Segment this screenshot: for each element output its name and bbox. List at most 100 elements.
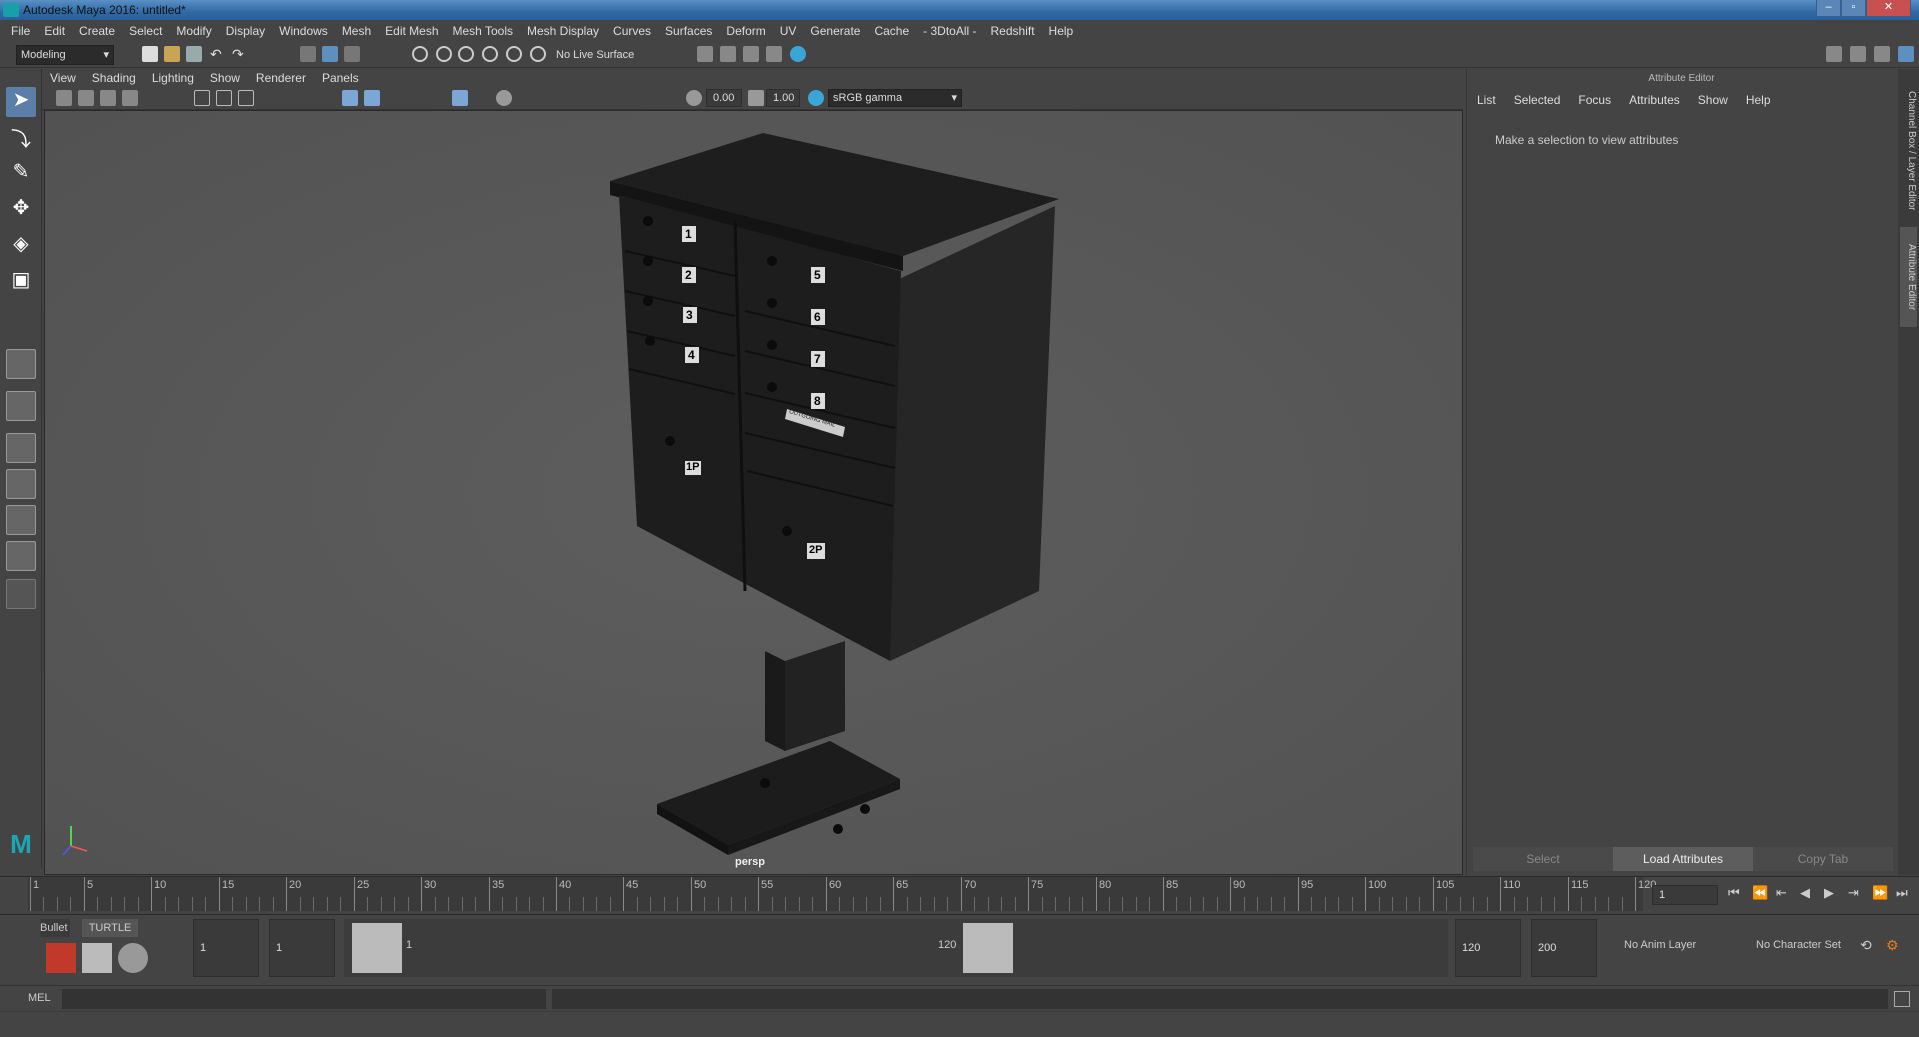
snap-curve-icon[interactable] xyxy=(436,46,452,62)
time-ruler[interactable]: 1 5 10 15 20 25 30 35 40 45 50 55 60 65 70 75 80 85 90 95 10… xyxy=(28,877,1656,911)
shelf-tab-bullet[interactable]: Bullet xyxy=(40,919,70,937)
wireframe-icon[interactable] xyxy=(342,90,358,106)
outliner-layout-icon[interactable] xyxy=(6,505,36,535)
step-forward-frame-icon[interactable]: ⏩ xyxy=(1872,885,1888,901)
new-scene-icon[interactable] xyxy=(142,46,158,62)
camera-select-icon[interactable] xyxy=(56,90,72,106)
minimize-button[interactable]: – xyxy=(1816,0,1841,17)
select-button[interactable]: Select xyxy=(1473,847,1613,871)
image-plane-icon[interactable] xyxy=(122,90,138,106)
attr-menu-focus[interactable]: Focus xyxy=(1578,93,1611,107)
redo-icon[interactable]: ↷ xyxy=(232,46,248,62)
render-frame-icon[interactable] xyxy=(720,46,736,62)
panel-menu-renderer[interactable]: Renderer xyxy=(248,71,314,85)
save-scene-icon[interactable] xyxy=(186,46,202,62)
single-perspective-layout-icon[interactable] xyxy=(6,349,36,379)
attr-menu-selected[interactable]: Selected xyxy=(1514,93,1561,107)
shelf-tool-icon[interactable] xyxy=(46,943,76,973)
menu-generate[interactable]: Generate xyxy=(803,24,867,38)
playback-end-field[interactable]: 120 xyxy=(1455,919,1521,977)
ipr-render-icon[interactable] xyxy=(743,46,759,62)
menu-curves[interactable]: Curves xyxy=(606,24,658,38)
hypershade-icon[interactable] xyxy=(790,46,806,62)
menu-mesh-display[interactable]: Mesh Display xyxy=(520,24,606,38)
command-input[interactable] xyxy=(62,989,546,1009)
anim-layer-label[interactable]: No Anim Layer xyxy=(1624,939,1696,951)
panel-menu-show[interactable]: Show xyxy=(202,71,248,85)
live-surface-field[interactable]: No Live Surface xyxy=(551,45,646,65)
range-end-handle[interactable] xyxy=(963,923,1013,973)
snap-edge-icon[interactable] xyxy=(530,46,546,62)
menu-surfaces[interactable]: Surfaces xyxy=(658,24,719,38)
smooth-shade-icon[interactable] xyxy=(364,90,380,106)
menu-edit-mesh[interactable]: Edit Mesh xyxy=(378,24,445,38)
select-by-hierarchy-icon[interactable] xyxy=(300,46,316,62)
attr-menu-help[interactable]: Help xyxy=(1746,93,1771,107)
grid-icon[interactable] xyxy=(194,90,210,106)
four-view-layout-icon[interactable] xyxy=(6,391,36,421)
lasso-tool-icon[interactable]: ⤵ xyxy=(6,123,36,153)
panel-menu-view[interactable]: View xyxy=(42,71,84,85)
shelf-material-icon[interactable] xyxy=(82,943,112,973)
menu-mesh[interactable]: Mesh xyxy=(335,24,378,38)
panel-menu-panels[interactable]: Panels xyxy=(314,71,367,85)
hypershade-layout-icon[interactable] xyxy=(6,541,36,571)
menu-uv[interactable]: UV xyxy=(773,24,804,38)
snap-view-plane-icon[interactable] xyxy=(482,46,498,62)
layout-options-icon[interactable] xyxy=(6,579,36,609)
shelf-sphere-icon[interactable] xyxy=(118,943,148,973)
menu-display[interactable]: Display xyxy=(219,24,272,38)
attr-menu-attributes[interactable]: Attributes xyxy=(1629,93,1680,107)
channel-box-toggle-icon[interactable] xyxy=(1898,46,1914,62)
maximize-button[interactable]: ▫ xyxy=(1841,0,1866,17)
persp-outliner-layout-icon[interactable] xyxy=(6,433,36,463)
load-attributes-button[interactable]: Load Attributes xyxy=(1613,847,1753,871)
attribute-editor-toggle-icon[interactable] xyxy=(1874,46,1890,62)
gamma-icon[interactable] xyxy=(748,90,764,106)
play-backwards-icon[interactable]: ◀ xyxy=(1800,885,1810,901)
panel-menu-shading[interactable]: Shading xyxy=(84,71,144,85)
attr-menu-list[interactable]: List xyxy=(1477,93,1496,107)
step-back-key-icon[interactable]: ⇤ xyxy=(1776,885,1787,901)
go-to-end-icon[interactable]: ⏭ xyxy=(1896,885,1908,901)
attribute-editor-tab[interactable]: Attribute Editor xyxy=(1900,227,1917,327)
paint-select-tool-icon[interactable]: ✎ xyxy=(6,159,36,189)
step-forward-key-icon[interactable]: ⇥ xyxy=(1848,885,1859,901)
move-tool-icon[interactable]: ✥ xyxy=(6,195,36,225)
workspace-icon[interactable] xyxy=(1826,46,1842,62)
time-slider[interactable]: 1 5 10 15 20 25 30 35 40 45 50 55 60 65 70 75 80 85 90 95 10… xyxy=(0,876,1919,914)
menu-mesh-tools[interactable]: Mesh Tools xyxy=(446,24,520,38)
persp-graph-layout-icon[interactable] xyxy=(6,469,36,499)
film-gate-icon[interactable] xyxy=(216,90,232,106)
range-start-handle[interactable] xyxy=(352,923,402,973)
range-slider-track[interactable]: 1 120 xyxy=(344,919,1448,977)
undo-icon[interactable]: ↶ xyxy=(210,46,226,62)
current-frame-field[interactable]: 1 xyxy=(1652,885,1718,905)
menu-deform[interactable]: Deform xyxy=(719,24,772,38)
menu-cache[interactable]: Cache xyxy=(867,24,916,38)
camera-attributes-icon[interactable] xyxy=(78,90,94,106)
resolution-gate-icon[interactable] xyxy=(238,90,254,106)
menu-modify[interactable]: Modify xyxy=(169,24,218,38)
select-tool-icon[interactable]: ➤ xyxy=(6,87,36,117)
close-button[interactable]: ✕ xyxy=(1866,0,1911,17)
play-forwards-icon[interactable]: ▶ xyxy=(1824,885,1834,901)
select-by-object-icon[interactable] xyxy=(322,46,338,62)
snap-point-icon[interactable] xyxy=(458,46,474,62)
xray-icon[interactable] xyxy=(452,90,468,106)
scale-tool-icon[interactable]: ▣ xyxy=(6,267,36,297)
exposure-field[interactable]: 0.00 xyxy=(706,89,742,107)
menu-redshift[interactable]: Redshift xyxy=(984,24,1042,38)
select-by-component-icon[interactable] xyxy=(344,46,360,62)
modeling-toolkit-icon[interactable] xyxy=(1850,46,1866,62)
copy-tab-button[interactable]: Copy Tab xyxy=(1753,847,1893,871)
rotate-tool-icon[interactable]: ◈ xyxy=(6,231,36,261)
render-settings-icon[interactable] xyxy=(766,46,782,62)
mode-selector[interactable]: Modeling ▾ xyxy=(16,45,114,65)
menu-windows[interactable]: Windows xyxy=(272,24,335,38)
gamma-field[interactable]: 1.00 xyxy=(766,89,800,107)
color-space-dropdown[interactable]: sRGB gamma ▾ xyxy=(828,89,962,107)
shadows-icon[interactable] xyxy=(496,90,512,106)
menu-3dtoall[interactable]: - 3DtoAll - xyxy=(916,24,983,38)
preferences-icon[interactable]: ⚙ xyxy=(1886,937,1899,954)
